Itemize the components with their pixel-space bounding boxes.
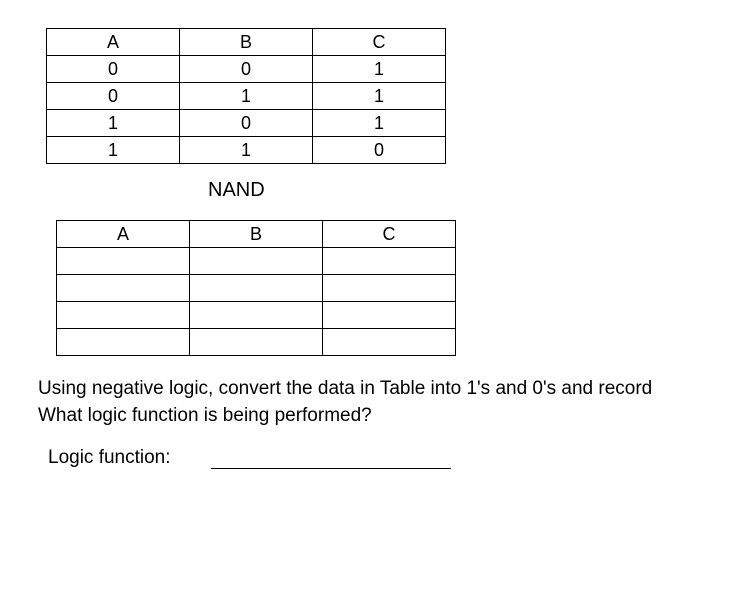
cell — [323, 275, 456, 302]
table-row — [57, 275, 456, 302]
cell: 0 — [47, 83, 180, 110]
col-header-c: C — [313, 29, 446, 56]
table-row: 0 1 1 — [47, 83, 446, 110]
cell: 1 — [47, 137, 180, 164]
cell: 0 — [180, 56, 313, 83]
col-header-b: B — [180, 29, 313, 56]
cell — [57, 248, 190, 275]
truth-table-2: A B C — [56, 220, 456, 356]
col-header-c: C — [323, 221, 456, 248]
table-row: 0 0 1 — [47, 56, 446, 83]
table-row — [57, 248, 456, 275]
table-row — [57, 302, 456, 329]
cell: 0 — [180, 110, 313, 137]
cell — [323, 329, 456, 356]
question-text: Using negative logic, convert the data i… — [38, 376, 727, 429]
logic-function-row: Logic function: — [48, 447, 727, 469]
cell: 1 — [47, 110, 180, 137]
question-line-2: What logic function is being performed? — [38, 405, 372, 426]
cell: 1 — [313, 110, 446, 137]
cell — [57, 302, 190, 329]
col-header-a: A — [47, 29, 180, 56]
cell — [57, 275, 190, 302]
cell: 1 — [313, 83, 446, 110]
cell: 0 — [47, 56, 180, 83]
table-row: 1 0 1 — [47, 110, 446, 137]
cell — [323, 248, 456, 275]
cell: 1 — [180, 137, 313, 164]
cell — [190, 248, 323, 275]
cell: 1 — [313, 56, 446, 83]
truth-table-1: A B C 0 0 1 0 1 1 1 0 1 1 1 0 — [46, 28, 446, 164]
nand-label: NAND — [208, 179, 727, 202]
cell: 0 — [313, 137, 446, 164]
table-row — [57, 329, 456, 356]
logic-function-blank — [211, 450, 451, 469]
cell — [190, 302, 323, 329]
cell — [323, 302, 456, 329]
logic-function-label: Logic function: — [48, 447, 171, 469]
table-header-row: A B C — [57, 221, 456, 248]
table-row: 1 1 0 — [47, 137, 446, 164]
cell — [190, 329, 323, 356]
question-line-1: Using negative logic, convert the data i… — [38, 378, 652, 399]
table-header-row: A B C — [47, 29, 446, 56]
cell — [190, 275, 323, 302]
cell: 1 — [180, 83, 313, 110]
col-header-a: A — [57, 221, 190, 248]
col-header-b: B — [190, 221, 323, 248]
cell — [57, 329, 190, 356]
